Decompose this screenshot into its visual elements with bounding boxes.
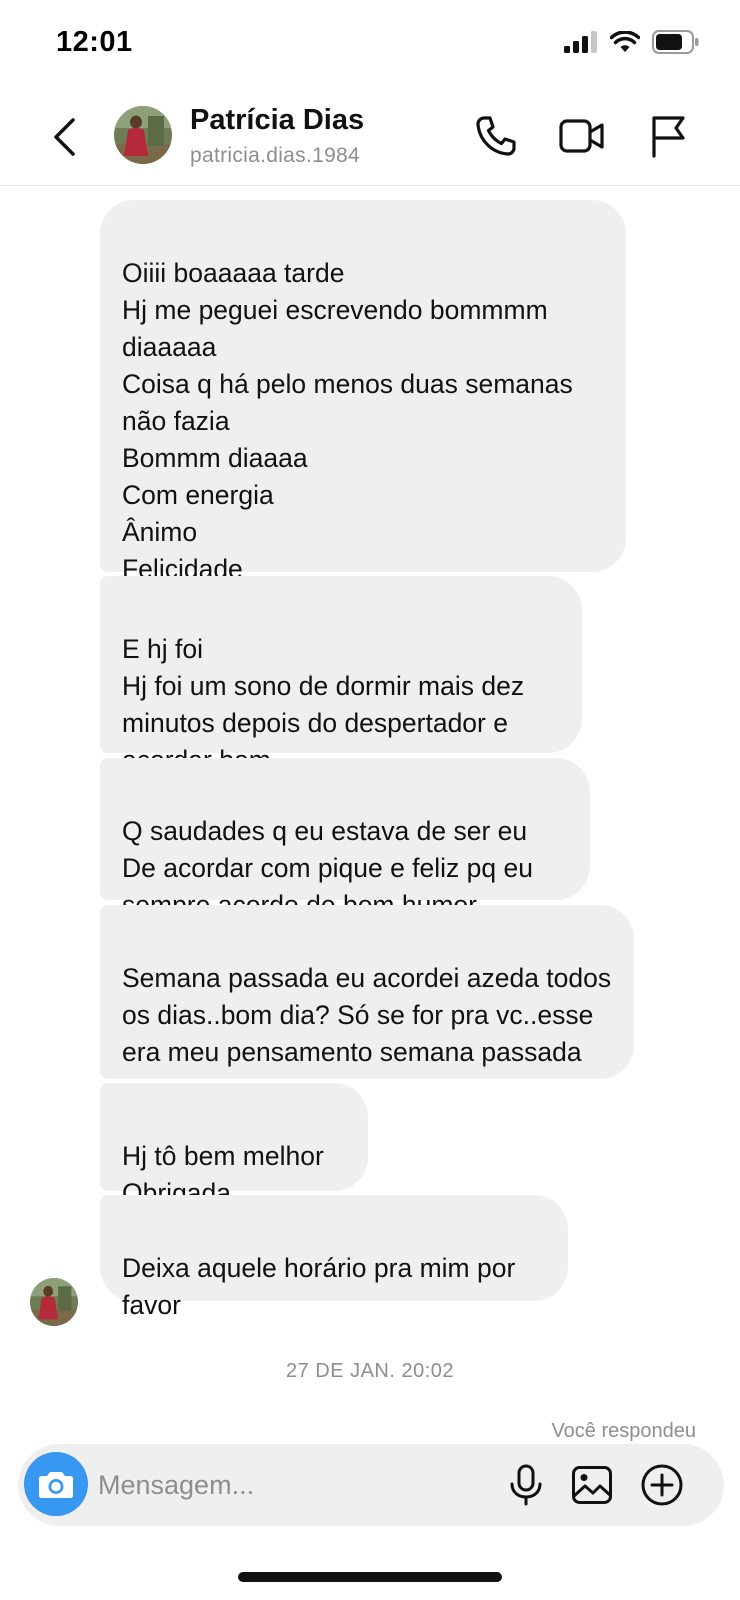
gallery-icon [572, 1466, 612, 1504]
message-input[interactable] [98, 1458, 478, 1512]
status-icons [564, 30, 700, 54]
sender-avatar[interactable] [30, 1278, 78, 1326]
contact-name[interactable]: Patrícia Dias [190, 104, 364, 137]
camera-button[interactable] [24, 1452, 88, 1516]
flag-icon [652, 116, 685, 158]
back-button[interactable] [44, 112, 84, 162]
gallery-button[interactable] [568, 1461, 616, 1509]
message-bubble[interactable]: E hj foi Hj foi um sono de dormir mais d… [100, 576, 582, 775]
report-button[interactable] [644, 112, 692, 160]
chat-header: Patrícia Dias patricia.dias.1984 [0, 90, 740, 186]
replied-label: Você respondeu [551, 1420, 696, 1442]
contact-avatar[interactable] [114, 106, 172, 164]
home-indicator[interactable] [238, 1572, 502, 1582]
contact-handle[interactable]: patricia.dias.1984 [190, 144, 360, 168]
message-text: E hj foi Hj foi um sono de dormir mais d… [122, 634, 525, 775]
message-bubble[interactable]: Semana passada eu acordei azeda todos os… [100, 905, 634, 1079]
video-icon [559, 119, 604, 153]
status-bar: 12:01 [0, 0, 740, 90]
message-bubble[interactable]: Hj tô bem melhor Obrigada [100, 1083, 368, 1208]
call-button[interactable] [472, 112, 520, 160]
message-timestamp: 27 DE JAN. 20:02 [285, 1360, 455, 1382]
more-options-button[interactable] [638, 1461, 686, 1509]
avatar-image [114, 106, 172, 164]
message-text: Deixa aquele horário pra mim por favor [122, 1253, 516, 1320]
wifi-icon [610, 31, 640, 52]
message-bubble[interactable]: Q saudades q eu estava de ser eu De acor… [100, 758, 590, 920]
message-text: Semana passada eu acordei azeda todos os… [122, 963, 612, 1067]
message-bubble[interactable]: Oiiii boaaaaa tarde Hj me peguei escreve… [100, 200, 626, 584]
back-icon [54, 118, 75, 156]
phone-icon [476, 116, 516, 156]
avatar-image [30, 1278, 78, 1326]
plus-icon [641, 1464, 683, 1506]
signal-icon [564, 31, 597, 53]
message-composer [18, 1444, 724, 1526]
message-bubble[interactable]: Deixa aquele horário pra mim por favor [100, 1195, 568, 1320]
status-time: 12:01 [56, 26, 133, 58]
video-call-button[interactable] [558, 112, 606, 160]
battery-icon [652, 30, 699, 54]
microphone-icon [510, 1464, 542, 1506]
camera-icon [39, 1472, 73, 1498]
message-text: Oiiii boaaaaa tarde Hj me peguei escreve… [122, 258, 573, 584]
voice-message-button[interactable] [502, 1461, 550, 1509]
